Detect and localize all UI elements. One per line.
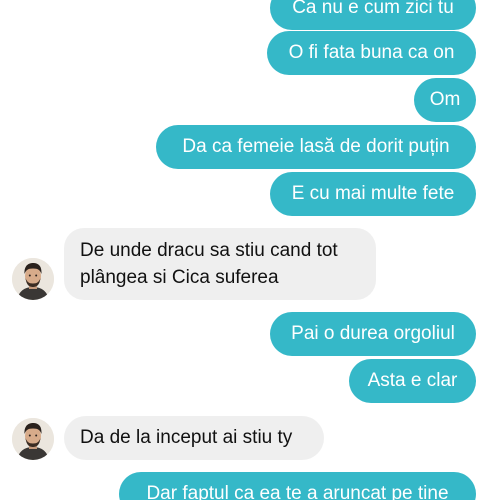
message-text-line: De unde dracu sa stiu cand tot (80, 240, 338, 261)
message-text: Da de la inceput ai stiu ty (80, 427, 293, 448)
message-text: Pai o durea orgoliul (291, 323, 455, 344)
message-text: Asta e clar (367, 370, 458, 391)
message-text: Da ca femeie lasă de dorit puțin (182, 136, 450, 157)
message-bubble-outgoing[interactable]: Dar faptul ca ea te a aruncat pe tine (119, 472, 476, 500)
message-bubble-outgoing[interactable]: Da ca femeie lasă de dorit puțin (156, 125, 476, 169)
contact-avatar[interactable] (12, 258, 54, 300)
message-bubble-outgoing[interactable]: Ca nu e cum zici tu (270, 0, 476, 30)
profile-photo-icon (12, 418, 54, 460)
contact-avatar[interactable] (12, 418, 54, 460)
message-bubble-incoming[interactable]: De unde dracu sa stiu cand tot plângea s… (64, 228, 376, 300)
message-text: Om (429, 89, 461, 110)
message-bubble-outgoing[interactable]: Om (414, 78, 476, 122)
message-bubble-incoming[interactable]: Da de la inceput ai stiu ty (64, 416, 324, 460)
chat-thread: Ca nu e cum zici tu O fi fata buna ca on… (0, 0, 500, 500)
message-text: Dar faptul ca ea te a aruncat pe tine (146, 483, 449, 500)
profile-photo-icon (12, 258, 54, 300)
message-text: O fi fata buna ca on (288, 42, 455, 63)
message-text: Ca nu e cum zici tu (292, 0, 454, 18)
message-bubble-outgoing[interactable]: O fi fata buna ca on (267, 31, 476, 75)
message-bubble-outgoing[interactable]: Asta e clar (349, 359, 476, 403)
message-text: E cu mai multe fete (291, 183, 455, 204)
message-bubble-outgoing[interactable]: Pai o durea orgoliul (270, 312, 476, 356)
message-text-line: plângea si Cica suferea (80, 267, 279, 288)
message-bubble-outgoing[interactable]: E cu mai multe fete (270, 172, 476, 216)
